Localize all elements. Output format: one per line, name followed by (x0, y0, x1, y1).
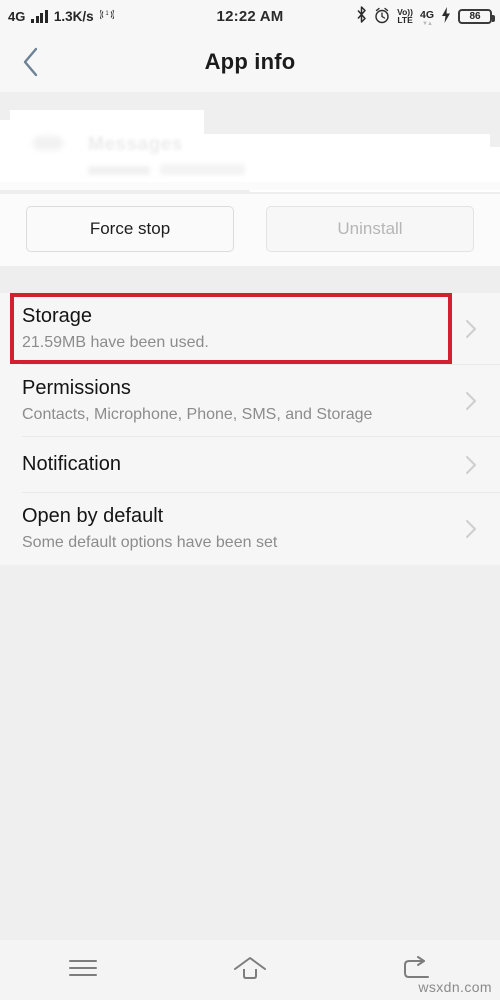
app-meta-placeholder (160, 164, 245, 175)
app-version-placeholder (88, 166, 150, 175)
back-chevron-icon (21, 46, 41, 78)
list-item-storage[interactable]: Storage 21.59MB have been used. (0, 293, 500, 364)
force-stop-button[interactable]: Force stop (26, 206, 234, 252)
list-item-permissions[interactable]: Permissions Contacts, Microphone, Phone,… (0, 365, 500, 436)
data-network-icon: 4G ▼▲ (420, 5, 434, 27)
battery-level-label: 86 (469, 10, 481, 22)
chevron-right-icon (464, 390, 478, 412)
list-item-subtitle: Contacts, Microphone, Phone, SMS, and St… (22, 405, 373, 423)
watermark: wsxdn.com (418, 979, 492, 995)
menu-icon (68, 957, 98, 984)
settings-list: Storage 21.59MB have been used. Permissi… (0, 293, 500, 565)
list-item-texts: Open by default Some default options hav… (22, 504, 277, 554)
back-button[interactable] (0, 32, 62, 92)
list-item-subtitle: 21.59MB have been used. (22, 333, 209, 351)
censor-wipe-top (204, 106, 500, 134)
list-item-texts: Notification (22, 452, 121, 477)
action-buttons-row: Force stop Uninstall (0, 194, 500, 266)
app-name-label: Messages (88, 134, 183, 155)
censor-wipe-bottom (0, 182, 500, 190)
section-gap (0, 266, 500, 293)
chevron-right-icon (464, 518, 478, 540)
home-button[interactable] (167, 940, 334, 1000)
app-icon (33, 136, 63, 150)
data-arrows-icon: ▼▲ (422, 21, 433, 27)
app-header-censored: Messages (0, 92, 500, 194)
empty-area (0, 565, 500, 940)
list-item-texts: Storage 21.59MB have been used. (22, 304, 209, 354)
list-item-open-by-default[interactable]: Open by default Some default options hav… (0, 493, 500, 564)
phone-screen: 4G 1.3K/s 1 12:22 AM Vo)) LTE 4G ▼▲ 86 A… (0, 0, 500, 1000)
data-network-label: 4G (419, 9, 434, 21)
list-item-title: Notification (22, 453, 121, 475)
list-item-title: Permissions (22, 376, 131, 399)
status-bar: 4G 1.3K/s 1 12:22 AM Vo)) LTE 4G ▼▲ 86 (0, 0, 500, 32)
list-item-title: Open by default (22, 504, 164, 527)
chevron-right-icon (464, 318, 478, 340)
recents-button[interactable] (0, 940, 167, 1000)
battery-icon: 86 (458, 8, 495, 24)
chevron-right-icon (464, 454, 478, 476)
list-item-subtitle: Some default options have been set (22, 533, 278, 551)
page-title: App info (204, 49, 296, 74)
list-item-title: Storage (22, 304, 93, 327)
list-item-texts: Permissions Contacts, Microphone, Phone,… (22, 376, 372, 426)
title-bar: App info (0, 32, 500, 92)
list-item-notification[interactable]: Notification (0, 437, 500, 492)
uninstall-button: Uninstall (266, 206, 474, 252)
home-icon (233, 956, 267, 985)
